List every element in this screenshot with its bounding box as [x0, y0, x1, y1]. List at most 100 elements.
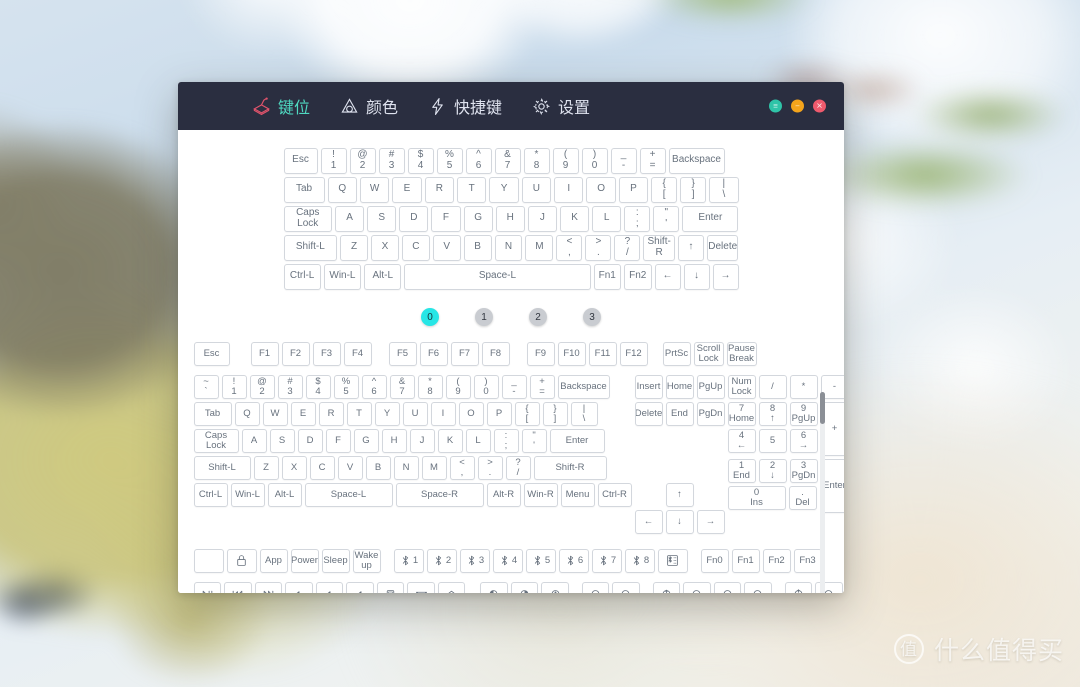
key-e[interactable]: E	[392, 176, 422, 203]
key-[interactable]: {[	[651, 176, 678, 203]
key-5[interactable]: % 5	[333, 374, 359, 399]
key-[interactable]: ~ `	[193, 374, 219, 399]
key-f8[interactable]: F8	[481, 341, 510, 366]
key-lock[interactable]: Num Lock	[727, 374, 756, 399]
key-0[interactable]: ) 0	[473, 374, 499, 399]
key-[interactable]: {[	[514, 401, 540, 426]
key-fn2[interactable]: Fn2	[762, 548, 791, 573]
key-play-pause-icon[interactable]	[193, 581, 222, 593]
key-c[interactable]: C	[309, 455, 335, 480]
key-6[interactable]: ^ 6	[361, 374, 387, 399]
key-p[interactable]: P	[618, 176, 649, 203]
key-esc[interactable]: Esc	[283, 147, 318, 174]
key-5[interactable]: 5	[758, 428, 787, 453]
key-[interactable]: →	[696, 509, 725, 534]
key-[interactable]: 2 ↓	[758, 458, 787, 483]
key-v[interactable]: V	[432, 234, 461, 261]
key-power[interactable]: Power	[290, 548, 319, 573]
content-scrollbar[interactable]	[820, 392, 825, 593]
key-f5[interactable]: F5	[388, 341, 417, 366]
window-close-button[interactable]: ✕	[813, 99, 826, 113]
key-delete[interactable]: Delete	[706, 234, 739, 261]
key-0[interactable]: ) 0	[581, 147, 608, 174]
key-7[interactable]: 7	[591, 548, 622, 573]
key-f1[interactable]: F1	[250, 341, 279, 366]
key-win-l[interactable]: Win-L	[323, 263, 362, 290]
key-ctrl-l[interactable]: Ctrl-L	[193, 482, 228, 507]
key-insert[interactable]: Insert	[634, 374, 663, 399]
key-k[interactable]: K	[437, 428, 463, 453]
tab-keymap[interactable]: 键位	[252, 94, 310, 118]
key-q[interactable]: Q	[234, 401, 260, 426]
key-n[interactable]: N	[494, 234, 523, 261]
key-mouse-move-right-icon[interactable]	[744, 581, 772, 593]
key-home-icon[interactable]	[437, 581, 466, 593]
key-[interactable]: :;	[493, 428, 519, 453]
key-[interactable]: ↓	[683, 263, 710, 290]
key-t[interactable]: T	[346, 401, 372, 426]
key-pgup[interactable]: 9 PgUp	[789, 401, 818, 426]
key-f6[interactable]: F6	[419, 341, 448, 366]
key-backspace[interactable]: Backspace	[557, 374, 610, 399]
key-shift-l[interactable]: Shift-L	[283, 234, 338, 261]
key-j[interactable]: J	[409, 428, 435, 453]
key-prtsc[interactable]: PrtSc	[662, 341, 691, 366]
key-pgdn[interactable]: PgDn	[696, 401, 725, 426]
key-[interactable]: | \	[570, 401, 598, 426]
key-tab[interactable]: Tab	[283, 176, 325, 203]
key-b[interactable]: B	[365, 455, 391, 480]
key-f[interactable]: F	[431, 205, 461, 232]
key-f12[interactable]: F12	[619, 341, 648, 366]
key-s[interactable]: S	[367, 205, 397, 232]
key-mouse-move-left-icon[interactable]	[713, 581, 742, 593]
key-mouse-right-click-icon[interactable]	[510, 581, 539, 593]
key-f11[interactable]: F11	[588, 341, 617, 366]
key-arrow-up[interactable]: ↑	[665, 482, 694, 507]
key-y[interactable]: Y	[374, 401, 400, 426]
key-z[interactable]: Z	[340, 234, 369, 261]
key-app[interactable]: App	[259, 548, 288, 573]
key-ctrl-l[interactable]: Ctrl-L	[283, 263, 321, 290]
key-mouse-wheel-up-icon[interactable]	[652, 581, 681, 593]
key-b[interactable]: B	[463, 234, 492, 261]
key-1[interactable]: ! 1	[221, 374, 247, 399]
key-[interactable]: " '	[521, 428, 547, 453]
key-f[interactable]: F	[325, 428, 351, 453]
key-f9[interactable]: F9	[526, 341, 555, 366]
key-volume-mute-icon[interactable]	[346, 581, 374, 593]
key-lock[interactable]: Caps Lock	[283, 205, 332, 232]
tab-settings[interactable]: 设置	[532, 94, 590, 118]
key-esc[interactable]: Esc	[193, 341, 230, 366]
key-5[interactable]: % 5	[436, 147, 463, 174]
key-next-track-icon[interactable]	[254, 581, 283, 593]
key-[interactable]: _ -	[501, 374, 527, 399]
key-[interactable]: <,	[449, 455, 475, 480]
key-u[interactable]: U	[521, 176, 552, 203]
key-space-r[interactable]: Space-R	[395, 482, 484, 507]
key-[interactable]: :;	[624, 205, 651, 232]
key-end[interactable]: 1 End	[727, 458, 756, 483]
key-[interactable]: →	[712, 263, 739, 290]
key-8[interactable]: 8	[624, 548, 655, 573]
key-del[interactable]: . Del	[788, 485, 817, 510]
key-alt-l[interactable]: Alt-L	[267, 482, 302, 507]
layer-dot-1[interactable]: 1	[475, 308, 493, 326]
key-[interactable]: | \	[709, 176, 739, 203]
key-6[interactable]: 6	[558, 548, 589, 573]
key-fn2[interactable]: Fn2	[624, 263, 652, 290]
scrollbar-thumb[interactable]	[820, 392, 825, 424]
key-win-l[interactable]: Win-L	[230, 482, 265, 507]
key-menu[interactable]: Menu	[560, 482, 595, 507]
key-4[interactable]: $4	[305, 374, 331, 399]
key-g[interactable]: G	[463, 205, 493, 232]
key-[interactable]: 4 ←	[727, 428, 756, 453]
key-ctrl-r[interactable]: Ctrl-R	[597, 482, 632, 507]
key-mouse-move-up-icon[interactable]	[784, 581, 813, 593]
key-a[interactable]: A	[241, 428, 267, 453]
key-[interactable]: 6 →	[789, 428, 818, 453]
key-enter[interactable]: Enter	[682, 205, 739, 232]
key-7[interactable]: & 7	[389, 374, 415, 399]
layer-dot-0[interactable]: 0	[421, 308, 439, 326]
key-[interactable]: *	[789, 374, 818, 399]
key-[interactable]: + =	[529, 374, 555, 399]
